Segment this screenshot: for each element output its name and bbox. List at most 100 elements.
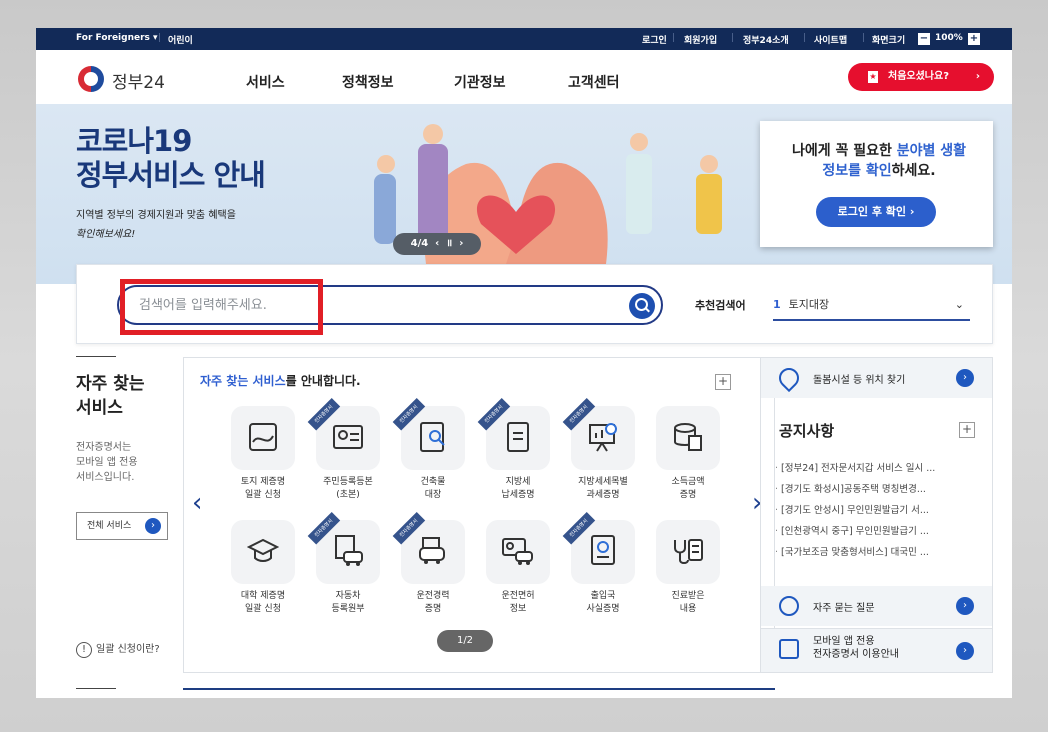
map-icon: [249, 423, 277, 451]
service-label-line1: 진료받은: [671, 591, 705, 601]
about-link[interactable]: 정부24소개: [743, 33, 789, 46]
divider: [76, 356, 116, 357]
service-building-register[interactable]: 전자증명서 건축물 대장: [388, 397, 478, 502]
service-label-line2: 납세증명: [501, 490, 535, 500]
divider: |: [672, 33, 676, 43]
passport-icon: [591, 535, 615, 565]
mobile-document-icon: [779, 639, 799, 659]
document-search-icon: [420, 422, 445, 452]
more-notices-button[interactable]: +: [959, 422, 975, 438]
info-highlight2: 정보를 확인: [822, 163, 892, 179]
notice-item[interactable]: [경기도 화성시]공동주택 명칭변경...: [775, 479, 985, 500]
coins-icon: [674, 423, 702, 451]
zoom-in-button[interactable]: +: [968, 33, 980, 45]
service-driver-license[interactable]: 운전면허 정보: [473, 520, 563, 616]
zoom-value: 100%: [935, 33, 963, 43]
for-foreigners-link[interactable]: For Foreigners ▾: [76, 33, 158, 43]
right-panel: 돌봄시설 등 위치 찾기 › 공지사항 + [정부24] 전자문서지갑 서비스 …: [760, 357, 993, 673]
service-label: 자동차 등록원부: [303, 590, 393, 616]
service-vehicle-registration[interactable]: 전자증명서 자동차 등록원부: [303, 511, 393, 616]
service-income-certificate[interactable]: 소득금액 증명: [643, 406, 733, 502]
chevron-down-icon[interactable]: ⌄: [955, 289, 964, 321]
service-label-line2: (초본): [336, 490, 360, 500]
pause-icon[interactable]: ॥: [443, 238, 452, 249]
more-services-button[interactable]: +: [715, 374, 731, 390]
service-label-line2: 대장: [424, 490, 442, 500]
service-local-tax-assessment[interactable]: 전자증명서 지방세세목별 과세증명: [558, 397, 648, 502]
prev-services-arrow[interactable]: ‹: [192, 488, 202, 518]
first-visit-button[interactable]: ★ 처음오셨나요? ›: [848, 63, 994, 91]
first-visit-label: 처음오셨나요?: [888, 71, 950, 82]
next-icon[interactable]: ›: [456, 238, 463, 249]
login-check-button[interactable]: 로그인 후 확인 ›: [816, 197, 936, 227]
service-label-line1: 주민등록등본: [323, 477, 373, 487]
notice-item[interactable]: [국가보조금 맞춤형서비스] 대국민 ...: [775, 542, 985, 563]
facility-finder-link[interactable]: 돌봄시설 등 위치 찾기 ›: [761, 358, 992, 398]
service-icon-bg: 전자증명서: [562, 511, 635, 584]
search-icon[interactable]: [629, 293, 655, 319]
sitemap-link[interactable]: 사이트맵: [814, 33, 847, 46]
recommend-label: 추천검색어: [695, 299, 746, 312]
signup-link[interactable]: 회원가입: [684, 33, 717, 46]
bulk-apply-help-label: 일괄 신청이란?: [96, 644, 160, 655]
service-local-tax-payment[interactable]: 전자증명서 지방세 납세증명: [473, 397, 563, 502]
service-university-certificate[interactable]: 대학 제증명 일괄 신청: [218, 520, 308, 616]
info-text: 나에게 꼭 필요한 분야별 생활 정보를 확인하세요.: [774, 141, 984, 181]
mobile-certificate-line1: 모바일 앱 전용: [813, 636, 875, 647]
service-medical-records[interactable]: 진료받은 내용: [643, 520, 733, 616]
mobile-certificate-link[interactable]: 모바일 앱 전용 전자증명서 이용안내 ›: [761, 628, 992, 672]
service-immigration[interactable]: 전자증명서 출입국 사실증명: [558, 511, 648, 616]
notice-item[interactable]: [인천광역시 중구] 무인민원발급기 ...: [775, 521, 985, 542]
kids-link[interactable]: 어린이: [168, 33, 193, 46]
nav-services[interactable]: 서비스: [246, 72, 285, 92]
notice-item[interactable]: [정부24] 전자문서지갑 서비스 일시 ...: [775, 458, 985, 479]
services-title: 자주 찾는 서비스를 안내합니다.: [200, 372, 361, 389]
zoom-out-button[interactable]: −: [918, 33, 930, 45]
frequent-title-line2: 서비스: [76, 398, 123, 418]
service-land-certificate[interactable]: 토지 제증명 일괄 신청: [218, 406, 308, 502]
recommend-rank: 1: [773, 298, 781, 311]
notice-item[interactable]: [경기도 안성시] 무인민원발급기 서...: [775, 500, 985, 521]
divider: [76, 688, 116, 689]
faq-link[interactable]: 자주 묻는 질문 ›: [761, 586, 992, 626]
mobile-certificate-label: 모바일 앱 전용 전자증명서 이용안내: [813, 635, 899, 661]
service-icon-bg: 전자증명서: [392, 397, 465, 470]
service-label-line2: 증명: [679, 490, 697, 500]
services-pager[interactable]: 1/2: [437, 630, 493, 652]
banner-pager[interactable]: 4/4 ‹ ॥ ›: [393, 233, 481, 255]
chevron-right-icon: ›: [956, 642, 974, 660]
highlight-box: [120, 279, 323, 335]
login-link[interactable]: 로그인: [642, 33, 667, 46]
service-resident-registration[interactable]: 전자증명서 주민등록등본 (초본): [303, 397, 393, 502]
recommend-term[interactable]: 토지대장: [789, 298, 829, 311]
services-title-rest: 를 안내합니다.: [285, 374, 361, 388]
logo-icon[interactable]: [78, 66, 104, 92]
divider: |: [803, 33, 807, 43]
frequent-desc-line1: 전자증명서는: [76, 442, 132, 453]
service-label-line2: 정보: [509, 604, 527, 614]
nav-agency[interactable]: 기관정보: [454, 72, 506, 92]
frequent-desc: 전자증명서는 모바일 앱 전용 서비스입니다.: [76, 440, 138, 485]
next-section-tab: [183, 688, 775, 698]
recommend-dropdown[interactable]: 1 토지대장 ⌄: [773, 289, 970, 321]
service-label-line1: 토지 제증명: [240, 477, 286, 487]
service-driving-record[interactable]: 전자증명서 운전경력 증명: [388, 511, 478, 616]
all-services-button[interactable]: 전체 서비스 ›: [76, 512, 168, 540]
service-label-line2: 사실증명: [586, 604, 620, 614]
notice-list: [정부24] 전자문서지갑 서비스 일시 ... [경기도 화성시]공동주택 명…: [775, 458, 985, 563]
frequent-title-line1: 자주 찾는: [76, 374, 145, 394]
service-label-line1: 대학 제증명: [240, 591, 286, 601]
frequent-desc-line3: 서비스입니다.: [76, 472, 135, 483]
bulk-apply-help[interactable]: ! 일괄 신청이란?: [76, 640, 160, 658]
service-label: 지방세세목별 과세증명: [558, 476, 648, 502]
site-logo-text[interactable]: 정부24: [112, 68, 165, 93]
main-banner[interactable]: 코로나19 정부서비스 안내 지역별 정부의 경제지원과 맞춤 혜택을 확인해보…: [36, 104, 1012, 284]
nav-policy[interactable]: 정책정보: [342, 72, 394, 92]
chat-bubble-icon: [779, 596, 799, 616]
divider: |: [731, 33, 735, 43]
info-text-part1: 나에게 꼭 필요한: [791, 143, 897, 159]
nav-support[interactable]: 고객센터: [568, 72, 620, 92]
prev-icon[interactable]: ‹: [432, 238, 439, 249]
zoom-label: 화면크기: [872, 36, 906, 46]
service-label-line2: 증명: [424, 604, 442, 614]
